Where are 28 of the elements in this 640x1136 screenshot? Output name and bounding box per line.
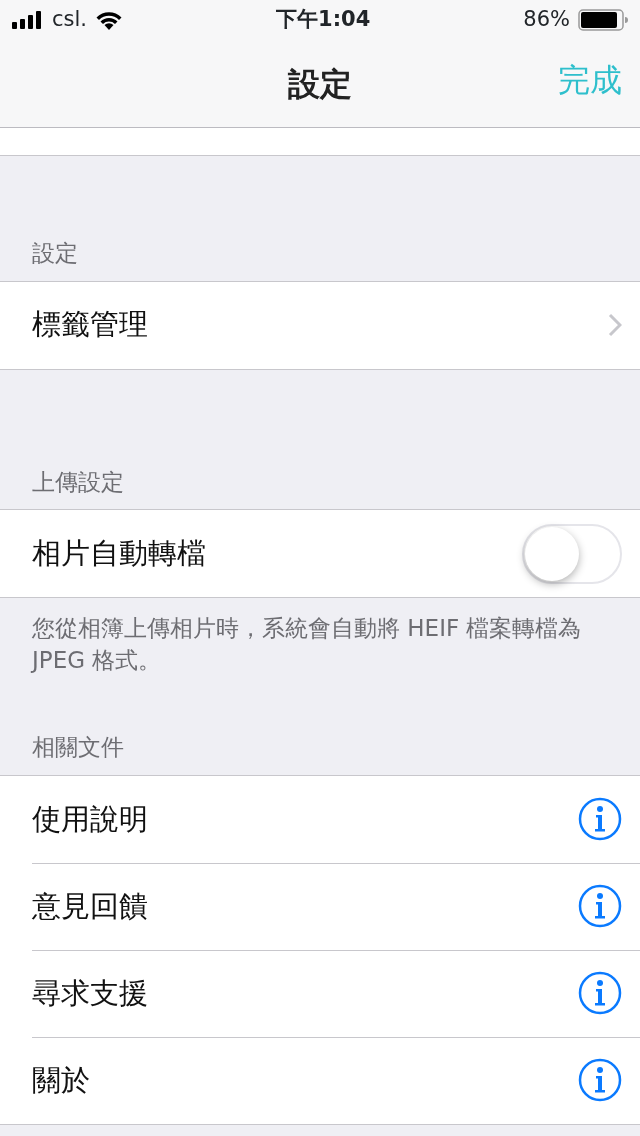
battery-percent: 86% bbox=[523, 6, 570, 34]
nav-title: 設定 bbox=[288, 63, 352, 105]
toggle-switch[interactable] bbox=[522, 523, 622, 584]
row-label: 意見回饋 bbox=[32, 887, 148, 925]
info-icon[interactable] bbox=[578, 971, 622, 1016]
settings-row[interactable]: 尋求支援 bbox=[0, 949, 640, 1037]
wifi-icon bbox=[95, 10, 123, 30]
settings-row[interactable]: 使用說明 bbox=[0, 775, 640, 863]
section-header: 設定 bbox=[31, 239, 79, 268]
section-header: 相關文件 bbox=[31, 733, 125, 763]
signal-icon bbox=[12, 11, 44, 29]
info-icon[interactable] bbox=[578, 797, 622, 842]
row-label: 使用說明 bbox=[32, 800, 148, 838]
row-label: 相片自動轉檔 bbox=[32, 534, 206, 572]
info-icon[interactable] bbox=[578, 1058, 622, 1103]
settings-row[interactable]: 關於 bbox=[0, 1036, 640, 1124]
battery-icon bbox=[578, 9, 628, 31]
carrier-name: csl. bbox=[52, 6, 87, 34]
row-label: 關於 bbox=[32, 1061, 90, 1099]
settings-row[interactable]: 意見回饋 bbox=[0, 862, 640, 950]
info-icon[interactable] bbox=[578, 884, 622, 929]
status-time: 下午1:04 bbox=[276, 6, 371, 34]
chevron-icon bbox=[608, 313, 622, 337]
settings-row[interactable]: 標籤管理 bbox=[0, 281, 640, 369]
section-footer: 您從相簿上傳相片時，系統會自動將 HEIF 檔案轉檔為 JPEG 格式。 bbox=[0, 598, 640, 677]
row-label: 尋求支援 bbox=[32, 974, 148, 1012]
section-header: 上傳設定 bbox=[31, 467, 125, 497]
row-label: 標籤管理 bbox=[32, 306, 148, 344]
